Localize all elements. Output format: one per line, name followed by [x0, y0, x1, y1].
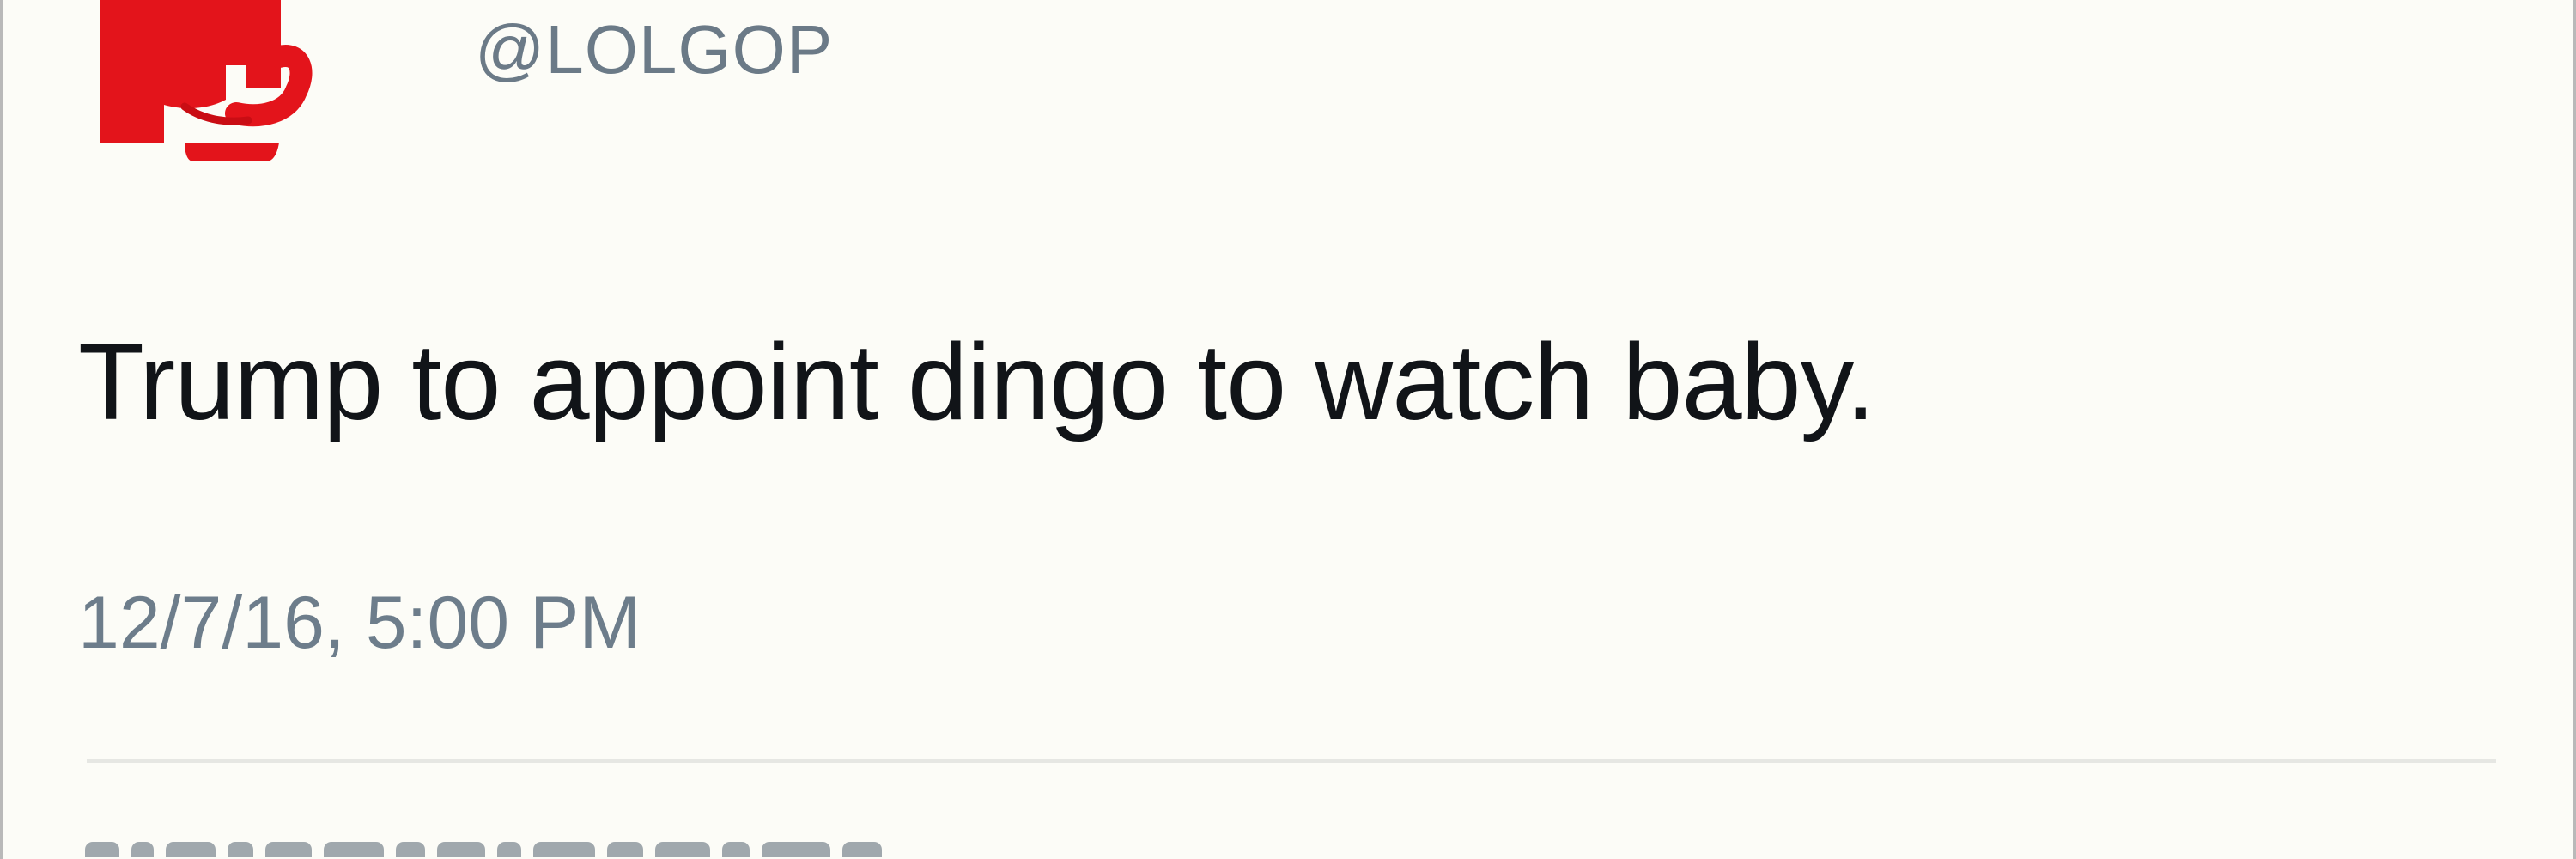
cropped-text-fragment	[228, 842, 253, 857]
cropped-text-fragment	[533, 842, 595, 857]
cropped-text-fragment	[324, 842, 384, 857]
red-elephant-logo-icon	[100, 0, 313, 161]
cropped-text-fragment	[655, 842, 710, 857]
cropped-text-fragment	[265, 842, 312, 857]
cropped-text-fragment	[607, 842, 643, 857]
cropped-text-fragment	[396, 842, 425, 857]
timestamp[interactable]: 12/7/16, 5:00 PM	[78, 586, 641, 660]
cropped-text-fragment	[85, 842, 119, 857]
divider	[87, 759, 2496, 763]
handle-text[interactable]: @LOLGOP	[475, 15, 833, 84]
avatar[interactable]	[92, 0, 410, 161]
cropped-text-fragment	[762, 842, 830, 857]
cropped-text-fragment	[722, 842, 750, 857]
tweet-card: @LOLGOP Trump to appoint dingo to watch …	[0, 0, 2576, 859]
cropped-text-fragment	[497, 842, 521, 857]
tweet-text: Trump to appoint dingo to watch baby.	[78, 321, 1875, 442]
cropped-bottom-row	[85, 842, 1347, 859]
cropped-text-fragment	[437, 842, 485, 857]
cropped-text-fragment	[131, 842, 154, 857]
cropped-text-fragment	[842, 842, 882, 857]
cropped-text-fragment	[166, 842, 216, 857]
